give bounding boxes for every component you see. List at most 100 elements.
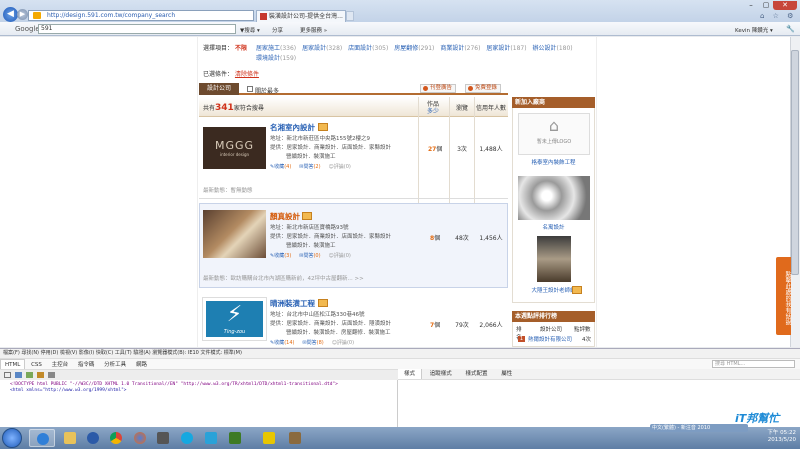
refresh-icon[interactable] xyxy=(26,372,33,378)
vendor-name[interactable]: 名寓設計 xyxy=(512,223,595,231)
filter-selected[interactable]: 不限 xyxy=(235,45,247,52)
save-icon[interactable] xyxy=(15,372,22,378)
browser-tab[interactable]: 裝潢設計公司-提供全台灣... xyxy=(256,10,346,22)
filter-option[interactable]: 居家設計 xyxy=(302,45,326,52)
vendor-photo[interactable] xyxy=(518,176,590,220)
favorite-link[interactable]: ✎收藏(14) xyxy=(270,340,294,346)
code-line: <html xmlns="http://www.w3.org/1999/xhtm… xyxy=(10,388,127,393)
minimize-button[interactable]: – xyxy=(744,1,758,10)
back-arrow-icon[interactable]: ◀ xyxy=(3,7,18,22)
vendor-name[interactable]: 格泰室內裝飾工程 xyxy=(512,158,595,166)
devtools-search-input[interactable]: 搜尋 HTML... xyxy=(712,360,795,368)
tab-design-company[interactable]: 設計公司 xyxy=(199,83,239,95)
taskbar-chrome[interactable] xyxy=(103,429,129,447)
taskbar-ie[interactable] xyxy=(29,429,55,447)
scrollbar-thumb[interactable] xyxy=(791,50,799,275)
ime-indicator[interactable]: 中文(繁體) - 新注音 2010 xyxy=(650,424,748,432)
forward-arrow-icon[interactable]: ▶ xyxy=(17,9,28,20)
filter-option[interactable]: 商業設計 xyxy=(440,45,464,52)
filter-option[interactable]: 店面設計 xyxy=(348,45,372,52)
company-name[interactable]: 顏真設計 xyxy=(270,211,300,222)
company-note[interactable]: 最新動態：歐訪購購台北市內湖區購新前，42坪中古屋翻新... >> xyxy=(203,274,364,282)
ask-link[interactable]: ✉問答(2) xyxy=(299,164,320,170)
lightning-icon: ⚡ xyxy=(226,302,243,327)
taskbar-skype[interactable] xyxy=(174,429,200,447)
views-count: 3次 xyxy=(457,146,467,153)
filter-option[interactable]: 房屋翻修 xyxy=(394,45,418,52)
col-works-sort[interactable]: 多少 xyxy=(422,106,444,115)
taskbar-app2[interactable] xyxy=(282,429,308,447)
taskbar-dreamweaver[interactable] xyxy=(222,429,248,447)
favorite-link[interactable]: ✎收藏(4) xyxy=(270,164,291,170)
rating-count: 1,488人 xyxy=(479,146,503,153)
tab-script[interactable]: 指令碼 xyxy=(74,362,99,368)
google-share-button[interactable]: 分享 xyxy=(272,26,283,34)
vendor-name[interactable]: 大隱王設計老師網 xyxy=(512,286,595,294)
tab-profiler[interactable]: 分析工具 xyxy=(100,362,130,368)
about-checkbox[interactable] xyxy=(247,86,253,92)
free-register-button[interactable]: 免費登錄 xyxy=(465,84,502,93)
google-search-input[interactable]: 591 xyxy=(38,24,236,34)
ask-link[interactable]: ✉問答(0) xyxy=(299,253,320,259)
devtools-style-tabs: 樣式 追蹤樣式 樣式配置 屬性 xyxy=(398,369,800,380)
maximize-button[interactable]: ▢ xyxy=(759,1,773,10)
taskbar-app[interactable] xyxy=(256,429,282,447)
review-link[interactable]: ☺評論(0) xyxy=(332,340,354,346)
edit-icon[interactable] xyxy=(37,372,44,378)
filter-option[interactable]: 辦公設計 xyxy=(532,45,556,52)
close-button[interactable]: ✕ xyxy=(773,1,797,10)
google-search-button[interactable]: ▼搜尋 ▾ xyxy=(240,26,260,34)
feedback-tab[interactable]: 點擊此處的我有話說 xyxy=(776,257,791,335)
address-bar[interactable]: http://design.591.com.tw/company_search xyxy=(28,10,254,21)
filter-option[interactable]: 環境設計 xyxy=(256,55,280,62)
skype-icon xyxy=(181,432,193,444)
google-more-button[interactable]: 更多服務 » xyxy=(300,26,327,34)
chrome-icon xyxy=(110,432,122,444)
rank-company[interactable]: 熱爾設計有限公司 xyxy=(528,335,572,343)
tab-styles[interactable]: 樣式 xyxy=(398,369,423,379)
devtools-menu[interactable]: 檔案(F) 尋找(N) 停用(D) 檢視(V) 影像(I) 快取(C) 工具(T… xyxy=(0,348,800,358)
tab-css[interactable]: CSS xyxy=(27,362,46,368)
settings-icon[interactable] xyxy=(48,372,55,378)
taskbar-paint[interactable] xyxy=(198,429,224,447)
new-tab-button[interactable] xyxy=(346,11,354,21)
wrench-icon[interactable]: 🔧 xyxy=(786,25,795,33)
start-button[interactable] xyxy=(2,428,22,448)
devtools-html-tree[interactable]: <!DOCTYPE html PUBLIC "-//W3C//DTD XHTML… xyxy=(0,380,398,427)
filter-option[interactable]: 居家施工 xyxy=(256,45,280,52)
company-photo[interactable] xyxy=(203,210,266,258)
google-user-menu[interactable]: Kevin 陳鑽光 ▾ xyxy=(735,26,773,34)
badge-icon xyxy=(318,299,328,307)
browser-toolbar-icons[interactable]: ⌂ ☆ ⚙ xyxy=(760,12,798,21)
company-logo[interactable]: ⚡ Ting-zou xyxy=(203,298,266,340)
tab-console[interactable]: 主控台 xyxy=(48,362,73,368)
result-count-number: 341 xyxy=(215,103,234,113)
filter-option[interactable]: 居家設計 xyxy=(486,45,510,52)
tab-trace-styles[interactable]: 追蹤樣式 xyxy=(424,371,458,377)
filter-row: 選擇項目： 不限 xyxy=(203,43,247,52)
company-name[interactable]: 晴洲裝潢工程 xyxy=(270,298,315,309)
review-link[interactable]: ☺評論(0) xyxy=(329,164,351,170)
favorite-link[interactable]: ✎收藏(3) xyxy=(270,253,291,259)
review-link[interactable]: ☺評論(0) xyxy=(329,253,351,259)
company-services-more: 營續設計．裝潢施工 xyxy=(286,243,336,249)
vendor-photo[interactable] xyxy=(537,236,571,282)
vendor-placeholder-logo[interactable]: ⌂ 暫未上傳LOGO xyxy=(518,113,590,155)
badge-icon xyxy=(302,212,312,220)
advertise-button[interactable]: 刊登廣告 xyxy=(420,84,457,93)
company-name[interactable]: 名湘室內設計 xyxy=(270,122,315,133)
tab-title: 裝潢設計公司-提供全台灣... xyxy=(269,13,343,20)
clear-conditions-link[interactable]: 清除條件 xyxy=(235,71,259,78)
tab-attributes[interactable]: 屬性 xyxy=(495,371,518,377)
company-services: 提供：居家設計．商業設計．店面設計．家縣設計 xyxy=(270,234,392,240)
taskbar-terminal[interactable] xyxy=(150,429,176,447)
section-bar xyxy=(199,83,508,95)
address-url: http://design.591.com.tw/company_search xyxy=(47,12,176,19)
company-logo[interactable]: MGGG interior design xyxy=(203,127,266,169)
company-actions: ✎收藏(4) ✉問答(2) ☺評論(0) xyxy=(270,163,351,170)
tab-layout[interactable]: 樣式配置 xyxy=(460,371,494,377)
new-vendors-heading: 新加入廠商 xyxy=(512,97,595,108)
select-element-icon[interactable] xyxy=(4,372,11,378)
tab-network[interactable]: 網路 xyxy=(132,362,151,368)
ask-link[interactable]: ✉問答(8) xyxy=(302,340,323,346)
